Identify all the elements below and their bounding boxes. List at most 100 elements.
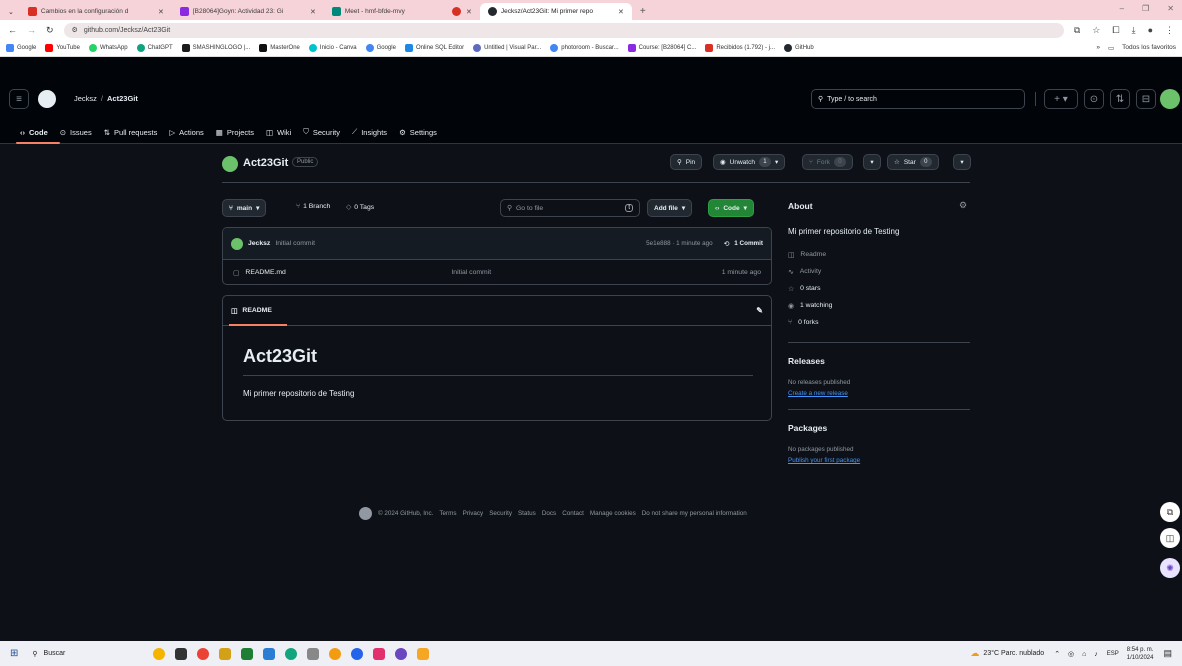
bookmark-item[interactable]: YouTube <box>45 44 80 52</box>
menu-icon[interactable]: ⋮ <box>1165 25 1174 36</box>
commit-hash-time[interactable]: 5e1e888 · 1 minute ago <box>646 240 713 247</box>
url-field[interactable]: ⚙ github.com/Jecksz/Act23Git <box>63 22 1064 38</box>
extensions-icon[interactable]: ⧠ <box>1112 25 1119 36</box>
file-explorer-icon[interactable] <box>218 647 231 660</box>
browser-tab-4[interactable]: ✕ <box>444 3 480 20</box>
notepad-icon[interactable] <box>306 647 319 660</box>
pencil-icon[interactable]: ✎ <box>756 306 763 315</box>
releases-heading[interactable]: Releases <box>788 356 825 366</box>
issues-button[interactable]: ⊙ <box>1084 89 1104 109</box>
search-icon[interactable]: ⚲ <box>32 650 37 658</box>
weather-text[interactable]: 23°C Parc. nublado <box>983 650 1044 657</box>
tab-projects[interactable]: ▦ Projects <box>216 124 254 140</box>
footer-link[interactable]: Terms <box>439 510 456 517</box>
tab-code[interactable]: ‹› Code <box>20 124 48 140</box>
bookmark-item[interactable]: Google <box>365 44 396 52</box>
commit-message[interactable]: Initial commit <box>275 240 315 247</box>
repo-title[interactable]: Act23Git <box>243 157 288 169</box>
code-button[interactable]: ‹› Code ▾ <box>708 199 754 217</box>
tab-settings[interactable]: ⚙ Settings <box>399 124 437 140</box>
bookmark-item[interactable]: ChatGPT <box>136 44 173 52</box>
download-icon[interactable]: ⤓ <box>1132 25 1136 36</box>
bookmark-item[interactable]: photoroom - Buscar... <box>550 44 619 52</box>
branches-link[interactable]: ⑂ 1 Branch <box>296 203 330 210</box>
close-icon[interactable]: ✕ <box>618 8 624 16</box>
forks-link[interactable]: ⑂ 0 forks <box>788 314 968 331</box>
language-indicator[interactable]: ESP <box>1107 651 1119 657</box>
repo-link[interactable]: Act23Git <box>107 94 138 103</box>
github-logo-icon[interactable] <box>359 507 372 520</box>
restore-icon[interactable]: ❐ <box>1142 4 1149 13</box>
commits-link[interactable]: 1 Commit <box>734 240 763 247</box>
clock[interactable]: 8:54 p. m. 1/10/2024 <box>1127 646 1154 662</box>
star-dropdown-button[interactable]: ▾ <box>953 154 971 170</box>
chrome-icon[interactable] <box>196 647 209 660</box>
bookmark-star-icon[interactable]: ☆ <box>1092 25 1100 36</box>
watching-link[interactable]: ◉ 1 watching <box>788 297 968 314</box>
bookmark-item[interactable]: Online SQL Editor <box>404 44 464 52</box>
publish-package-link[interactable]: Publish your first package <box>788 457 860 464</box>
create-new-button[interactable]: + ▾ <box>1044 89 1078 109</box>
readme-link[interactable]: ◫ Readme <box>788 246 968 263</box>
browser-tab-2[interactable]: [B28064]Goyn: Actividad 23: Gi ✕ <box>172 3 324 20</box>
footer-link[interactable]: Docs <box>542 510 556 517</box>
tab-insights[interactable]: ⟋ Insights <box>352 124 387 140</box>
tray-icons[interactable]: ⌃ ◎ ⌂ ♪ <box>1054 650 1101 658</box>
whatsapp-icon[interactable] <box>284 647 297 660</box>
widgets-icon[interactable] <box>152 647 165 660</box>
tab-pull-requests[interactable]: ⇅ Pull requests <box>104 124 158 140</box>
site-info-icon[interactable]: ⚙ <box>72 26 78 34</box>
gear-icon[interactable]: ⚙ <box>959 200 967 211</box>
commit-author[interactable]: Jecksz <box>248 240 270 247</box>
tab-security[interactable]: ⛉ Security <box>303 124 340 140</box>
tags-link[interactable]: ◇ 0 Tags <box>346 203 374 212</box>
app-icon[interactable] <box>416 647 429 660</box>
bookmark-item[interactable]: Untitled | Visual Par... <box>473 44 541 52</box>
footer-link[interactable]: Privacy <box>463 510 484 517</box>
bookmark-item[interactable]: MasterOne <box>259 44 300 52</box>
search-input[interactable]: ⚲ Type / to search <box>811 89 1025 109</box>
pin-button[interactable]: ⚲ Pin <box>670 154 703 170</box>
word-icon[interactable] <box>262 647 275 660</box>
readme-tab[interactable]: README <box>242 307 271 314</box>
tab-issues[interactable]: ⊙ Issues <box>60 124 92 140</box>
close-icon[interactable]: ✕ <box>158 8 164 16</box>
taskbar-search[interactable]: Buscar <box>44 650 148 657</box>
back-icon[interactable]: ← <box>8 25 17 35</box>
reading-mode-icon[interactable]: ◫ <box>1160 528 1180 548</box>
go-to-file-input[interactable]: ⚲ Go to file t <box>500 199 640 217</box>
avatar[interactable] <box>1160 89 1180 109</box>
forward-icon[interactable]: → <box>27 25 36 35</box>
app-icon[interactable] <box>394 647 407 660</box>
owner-link[interactable]: Jecksz <box>74 94 97 103</box>
hamburger-menu-button[interactable]: ≡ <box>9 89 29 109</box>
footer-link[interactable]: Do not share my personal information <box>642 510 747 517</box>
tab-actions[interactable]: ▷ Actions <box>169 124 203 140</box>
excel-icon[interactable] <box>240 647 253 660</box>
notifications-icon[interactable]: ▤ <box>1163 648 1172 659</box>
bookmark-item[interactable]: WhatsApp <box>88 44 128 52</box>
all-bookmarks[interactable]: » ▭ Todos los favoritos <box>1096 44 1176 52</box>
bookmark-item[interactable]: Inicio - Canva <box>308 44 357 52</box>
file-commit-message[interactable]: Initial commit <box>451 269 491 276</box>
new-tab-icon[interactable]: + <box>640 6 646 17</box>
bookmark-item[interactable]: SMASHINGLOGO |... <box>181 44 250 52</box>
footer-link[interactable]: Contact <box>562 510 584 517</box>
app-icon[interactable] <box>328 647 341 660</box>
app-icon[interactable] <box>350 647 363 660</box>
reload-icon[interactable]: ↻ <box>46 25 54 36</box>
assistant-icon[interactable]: ✺ <box>1160 558 1180 578</box>
tab-wiki[interactable]: ◫ Wiki <box>266 124 291 140</box>
pull-requests-button[interactable]: ⇅ <box>1110 89 1130 109</box>
bookmark-item[interactable]: GitHub <box>784 44 814 52</box>
create-release-link[interactable]: Create a new release <box>788 390 848 397</box>
bookmark-item[interactable]: Course: [B28064] C... <box>627 44 696 52</box>
fork-button[interactable]: ⑂ Fork 0 <box>802 154 853 170</box>
github-logo-icon[interactable] <box>38 90 56 108</box>
install-icon[interactable]: ⧉ <box>1074 25 1080 36</box>
instagram-icon[interactable] <box>372 647 385 660</box>
profile-icon[interactable]: ● <box>1148 25 1153 36</box>
browser-tab-active[interactable]: Jecksz/Act23Git: Mi primer repo ✕ <box>479 3 632 20</box>
task-view-icon[interactable] <box>174 647 187 660</box>
bookmark-item[interactable]: Recibidos (1.792) - j... <box>705 44 775 52</box>
